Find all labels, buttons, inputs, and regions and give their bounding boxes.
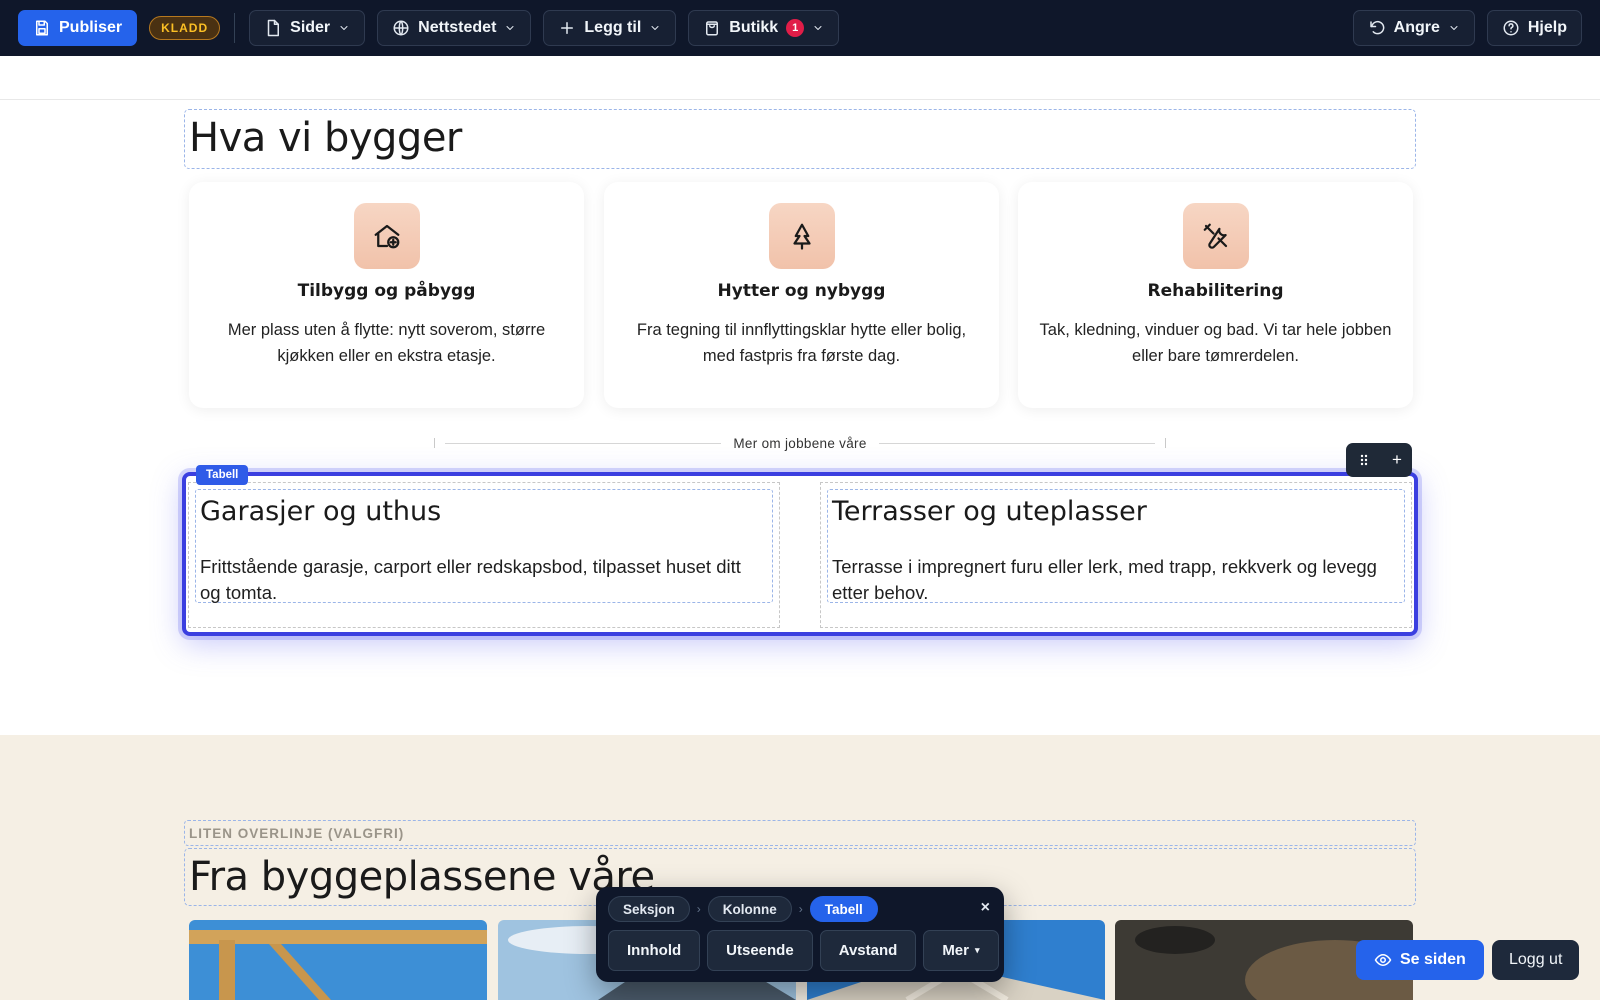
crumb-column[interactable]: Kolonne bbox=[707, 896, 792, 922]
table-cell-title[interactable]: Garasjer og uthus bbox=[200, 496, 441, 527]
shopping-bag-icon bbox=[706, 21, 719, 36]
crumb-section[interactable]: Seksjon bbox=[608, 896, 690, 922]
table-cell-text[interactable]: Frittstående garasje, carport eller reds… bbox=[200, 554, 764, 606]
more-label: Mer bbox=[942, 942, 969, 959]
pages-label: Sider bbox=[290, 19, 331, 36]
table-cell[interactable]: Garasjer og uthus Frittstående garasje, … bbox=[195, 489, 773, 603]
undo-button[interactable]: Angre bbox=[1352, 10, 1475, 46]
card-text: Tak, kledning, vinduer og bad. Vi tar he… bbox=[1039, 321, 1392, 365]
close-icon[interactable]: × bbox=[981, 899, 990, 917]
logout-label: Logg ut bbox=[1509, 951, 1563, 968]
shop-menu-button[interactable]: Butikk 1 bbox=[688, 10, 840, 46]
divider-line bbox=[445, 442, 722, 444]
add-label: Legg til bbox=[584, 19, 642, 36]
site-header bbox=[0, 56, 1600, 100]
toolbar-divider bbox=[234, 13, 236, 43]
service-card[interactable]: Rehabilitering Tak, kledning, vinduer og… bbox=[1018, 182, 1413, 408]
more-menu-button[interactable]: Mer ▾ bbox=[923, 930, 999, 971]
divider-with-label[interactable]: Mer om jobbene våre bbox=[434, 432, 1167, 454]
content-tab-label: Innhold bbox=[627, 942, 682, 959]
editor-toolbar: Publiser KLADD Sider Nettstedet Legg til… bbox=[0, 0, 1600, 56]
service-card[interactable]: Hytter og nybygg Fra tegning til innflyt… bbox=[604, 182, 999, 408]
chevron-down-icon bbox=[340, 26, 348, 30]
save-icon bbox=[36, 20, 48, 36]
table-column[interactable]: Terrasser og uteplasser Terrasse i impre… bbox=[820, 482, 1412, 628]
card-title: Tilbygg og påbygg bbox=[297, 281, 476, 301]
view-page-label: Se siden bbox=[1400, 951, 1466, 968]
globe-icon bbox=[393, 20, 409, 36]
tree-icon bbox=[792, 223, 811, 250]
chevron-down-icon bbox=[651, 26, 659, 30]
card-text: Mer plass uten å flytte: nytt soverom, s… bbox=[227, 321, 546, 365]
file-icon bbox=[267, 19, 280, 37]
publish-button[interactable]: Publiser bbox=[18, 10, 138, 46]
eyebrow-block[interactable]: LITEN OVERLINJE (VALGFRI) bbox=[184, 820, 1416, 846]
view-page-button[interactable]: Se siden bbox=[1356, 940, 1484, 980]
chevron-right-icon: › bbox=[798, 902, 803, 916]
house-plus-icon bbox=[374, 224, 399, 249]
section-heading-block[interactable]: Hva vi bygger bbox=[184, 109, 1416, 169]
table-cell-title[interactable]: Terrasser og uteplasser bbox=[832, 496, 1147, 527]
spacing-tab-button[interactable]: Avstand bbox=[819, 930, 917, 971]
pages-menu-button[interactable]: Sider bbox=[249, 10, 366, 46]
block-settings-actions: Innhold Utseende Avstand Mer ▾ bbox=[608, 930, 999, 971]
draft-status-badge: KLADD bbox=[149, 16, 221, 40]
appearance-tab-button[interactable]: Utseende bbox=[707, 930, 813, 971]
logout-button[interactable]: Logg ut bbox=[1492, 940, 1580, 980]
chevron-down-icon bbox=[1450, 26, 1458, 30]
help-button[interactable]: Hjelp bbox=[1486, 10, 1582, 46]
drag-handle-icon[interactable] bbox=[1356, 452, 1372, 468]
plus-icon bbox=[561, 22, 574, 34]
spacing-tab-label: Avstand bbox=[838, 942, 898, 959]
card-title: Rehabilitering bbox=[1147, 281, 1284, 301]
add-block-icon[interactable]: + bbox=[1392, 450, 1402, 470]
undo-label: Angre bbox=[1393, 19, 1440, 36]
divider-tick bbox=[1165, 438, 1167, 448]
selected-table-block[interactable]: Garasjer og uthus Frittstående garasje, … bbox=[182, 472, 1418, 636]
divider-tick bbox=[434, 438, 435, 448]
crumb-table[interactable]: Tabell bbox=[809, 896, 878, 922]
help-circle-icon bbox=[1503, 20, 1519, 36]
gallery-photo[interactable] bbox=[189, 920, 487, 1000]
shop-label: Butikk bbox=[729, 19, 779, 36]
card-title: Hytter og nybygg bbox=[717, 281, 886, 301]
eyebrow-text[interactable]: LITEN OVERLINJE (VALGFRI) bbox=[189, 826, 404, 841]
selection-type-tag: Tabell bbox=[196, 465, 249, 485]
publish-label: Publiser bbox=[59, 19, 123, 36]
section-heading[interactable]: Hva vi bygger bbox=[189, 115, 462, 161]
chevron-down-icon bbox=[506, 26, 514, 30]
shop-count-badge: 1 bbox=[786, 19, 805, 37]
gallery-heading[interactable]: Fra byggeplassene våre bbox=[189, 854, 655, 900]
chevron-right-icon: › bbox=[696, 902, 701, 916]
card-icon-tile bbox=[768, 203, 835, 269]
card-icon-tile bbox=[1182, 203, 1249, 269]
site-menu-button[interactable]: Nettstedet bbox=[377, 10, 532, 46]
card-text: Fra tegning til innflyttingsklar hytte e… bbox=[636, 321, 967, 365]
content-tab-button[interactable]: Innhold bbox=[608, 930, 701, 971]
help-label: Hjelp bbox=[1527, 19, 1567, 36]
add-menu-button[interactable]: Legg til bbox=[543, 10, 677, 46]
divider-label: Mer om jobbene våre bbox=[733, 435, 867, 451]
table-column[interactable]: Garasjer og uthus Frittstående garasje, … bbox=[188, 482, 780, 628]
table-cell[interactable]: Terrasser og uteplasser Terrasse i impre… bbox=[827, 489, 1405, 603]
block-settings-bar: Seksjon › Kolonne › Tabell × Innhold Uts… bbox=[596, 887, 1004, 982]
card-icon-tile bbox=[353, 203, 420, 269]
divider-line bbox=[878, 442, 1156, 444]
eye-icon bbox=[1374, 953, 1392, 967]
selection-toolbar: + bbox=[1346, 443, 1412, 477]
table-cell-text[interactable]: Terrasse i impregnert furu eller lerk, m… bbox=[832, 554, 1396, 606]
block-breadcrumb: Seksjon › Kolonne › Tabell bbox=[608, 896, 878, 922]
toolbar-right-group: Angre Hjelp bbox=[1352, 10, 1582, 46]
caret-down-icon: ▾ bbox=[975, 945, 980, 955]
tools-icon bbox=[1203, 223, 1227, 249]
appearance-tab-label: Utseende bbox=[726, 942, 794, 959]
undo-icon bbox=[1369, 20, 1385, 35]
site-label: Nettstedet bbox=[418, 19, 497, 36]
chevron-down-icon bbox=[814, 26, 822, 30]
service-card[interactable]: Tilbygg og påbygg Mer plass uten å flytt… bbox=[189, 182, 584, 408]
